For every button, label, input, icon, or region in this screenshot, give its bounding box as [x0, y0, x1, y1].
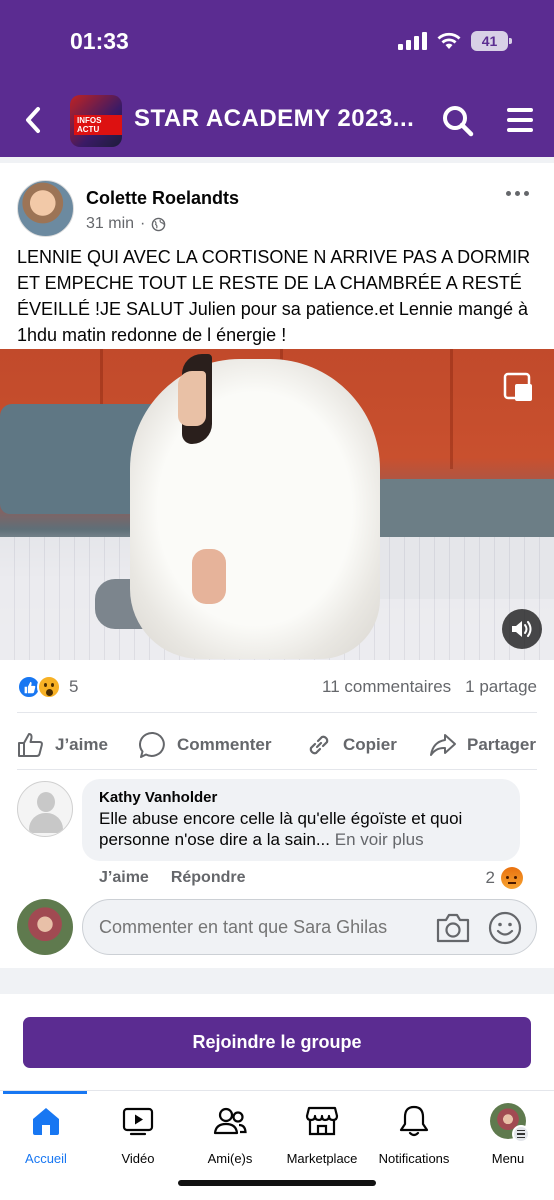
post-time[interactable]: 31 min	[86, 215, 134, 233]
share-label: Partager	[467, 735, 536, 754]
angry-reaction-icon	[501, 867, 523, 889]
active-tab-indicator	[3, 1091, 87, 1094]
menu-badge-icon	[512, 1125, 530, 1143]
thumbs-up-icon	[18, 733, 43, 757]
share-button[interactable]: Partager	[429, 723, 536, 767]
comment-bubble-icon	[139, 731, 165, 758]
tab-menu[interactable]: Menu	[462, 1103, 554, 1166]
smiley-icon	[488, 911, 522, 945]
video-icon	[120, 1103, 156, 1139]
signal-icon	[398, 32, 427, 50]
share-arrow-icon	[430, 734, 456, 756]
comment-bubble[interactable]: Kathy Vanholder Elle abuse encore celle …	[82, 779, 520, 861]
tab-label: Marketplace	[286, 1151, 358, 1166]
status-icons: 41	[398, 31, 512, 51]
post-text: LENNIE QUI AVEC LA CORTISONE N ARRIVE PA…	[17, 247, 531, 345]
post-options-button[interactable]	[506, 183, 534, 203]
tab-video[interactable]: Vidéo	[92, 1103, 184, 1166]
video-person-blanket	[130, 359, 380, 659]
comment-reactions[interactable]: 2	[486, 867, 523, 889]
comment-input[interactable]	[99, 900, 429, 954]
comment-text: Elle abuse encore celle là qu'elle égoïs…	[99, 808, 503, 850]
group-title[interactable]: STAR ACADEMY 2023...	[134, 105, 414, 133]
menu-avatar	[490, 1103, 530, 1143]
tab-marketplace[interactable]: Marketplace	[276, 1103, 368, 1166]
like-button[interactable]: J’aime	[17, 723, 108, 767]
post-meta: 31 min ·	[86, 215, 166, 233]
reactions-row: 5 11 commentaires 1 partage	[17, 673, 537, 701]
see-more-link[interactable]: En voir plus	[335, 830, 424, 849]
divider	[17, 769, 537, 770]
post-video[interactable]	[0, 349, 554, 660]
comment-button[interactable]: Commenter	[139, 723, 271, 767]
comment-input-box[interactable]	[82, 899, 537, 955]
picture-in-picture-button[interactable]	[502, 371, 536, 405]
commenter-avatar[interactable]	[17, 781, 73, 837]
tab-label: Notifications	[378, 1151, 450, 1166]
join-panel: Rejoindre le groupe	[0, 994, 554, 1090]
wifi-icon	[437, 32, 461, 49]
profile-avatar-icon	[490, 1103, 530, 1143]
home-indicator	[178, 1180, 376, 1186]
menu-button[interactable]	[505, 100, 535, 140]
tab-label: Accueil	[25, 1151, 67, 1166]
comment-item: Kathy Vanholder Elle abuse encore celle …	[17, 779, 537, 894]
video-face	[178, 371, 206, 426]
tab-notifications[interactable]: Notifications	[368, 1103, 460, 1166]
camera-icon	[436, 913, 470, 943]
join-group-button[interactable]: Rejoindre le groupe	[23, 1017, 531, 1068]
wow-reaction-icon	[37, 675, 61, 699]
shares-count[interactable]: 1 partage	[465, 677, 537, 697]
comment-like-button[interactable]: J’aime	[99, 869, 149, 887]
tab-label: Ami(e)s	[207, 1151, 253, 1166]
tab-friends[interactable]: Ami(e)s	[184, 1103, 276, 1166]
back-button[interactable]	[18, 100, 48, 140]
search-button[interactable]	[440, 100, 476, 140]
speaker-icon	[512, 621, 532, 637]
tab-home[interactable]: Accueil	[0, 1103, 92, 1166]
tab-label: Vidéo	[121, 1151, 155, 1166]
link-icon	[309, 735, 329, 755]
comment-author[interactable]: Kathy Vanholder	[99, 789, 503, 806]
copy-label: Copier	[343, 735, 397, 754]
search-icon	[443, 106, 474, 137]
author-avatar[interactable]	[17, 180, 74, 237]
group-thumbnail-label: INFOS ACTU	[74, 115, 122, 135]
friends-icon	[212, 1103, 248, 1139]
comment-reaction-count: 2	[485, 868, 495, 887]
comments-count[interactable]: 11 commentaires	[322, 677, 451, 697]
status-time: 01:33	[70, 28, 129, 54]
like-label: J’aime	[55, 735, 108, 754]
post-author[interactable]: Colette Roelandts	[86, 188, 239, 209]
comment-reply-button[interactable]: Répondre	[171, 869, 246, 887]
tab-label: Menu	[491, 1151, 525, 1166]
globe-icon	[152, 217, 166, 231]
battery-icon: 41	[471, 31, 512, 51]
divider	[17, 712, 537, 713]
volume-button[interactable]	[502, 609, 542, 649]
comment-actions: J’aime Répondre	[99, 869, 245, 887]
meta-dot: ·	[140, 215, 146, 232]
my-avatar[interactable]	[17, 899, 73, 955]
chevron-left-icon	[26, 107, 40, 133]
copy-button[interactable]: Copier	[305, 723, 397, 767]
post-actions: J’aime Commenter Copier Partager	[0, 723, 554, 767]
bell-icon	[396, 1103, 432, 1139]
comment-composer	[17, 899, 537, 955]
reaction-count[interactable]: 5	[69, 677, 78, 697]
group-thumbnail[interactable]: INFOS ACTU	[70, 95, 122, 147]
post-stats: 11 commentaires 1 partage	[322, 677, 537, 697]
camera-button[interactable]	[435, 911, 471, 945]
post-card: Colette Roelandts 31 min · LENNIE QUI AV…	[0, 163, 554, 968]
comment-label: Commenter	[177, 735, 272, 754]
top-bar: 01:33 41 INFOS ACTU STAR ACADEMY 2023...	[0, 0, 554, 157]
emoji-button[interactable]	[487, 910, 523, 946]
home-icon	[28, 1103, 64, 1139]
hamburger-icon	[507, 108, 533, 132]
reaction-icons[interactable]	[17, 675, 61, 699]
pip-icon	[503, 372, 532, 401]
marketplace-icon	[304, 1103, 340, 1139]
video-hand	[192, 549, 226, 604]
